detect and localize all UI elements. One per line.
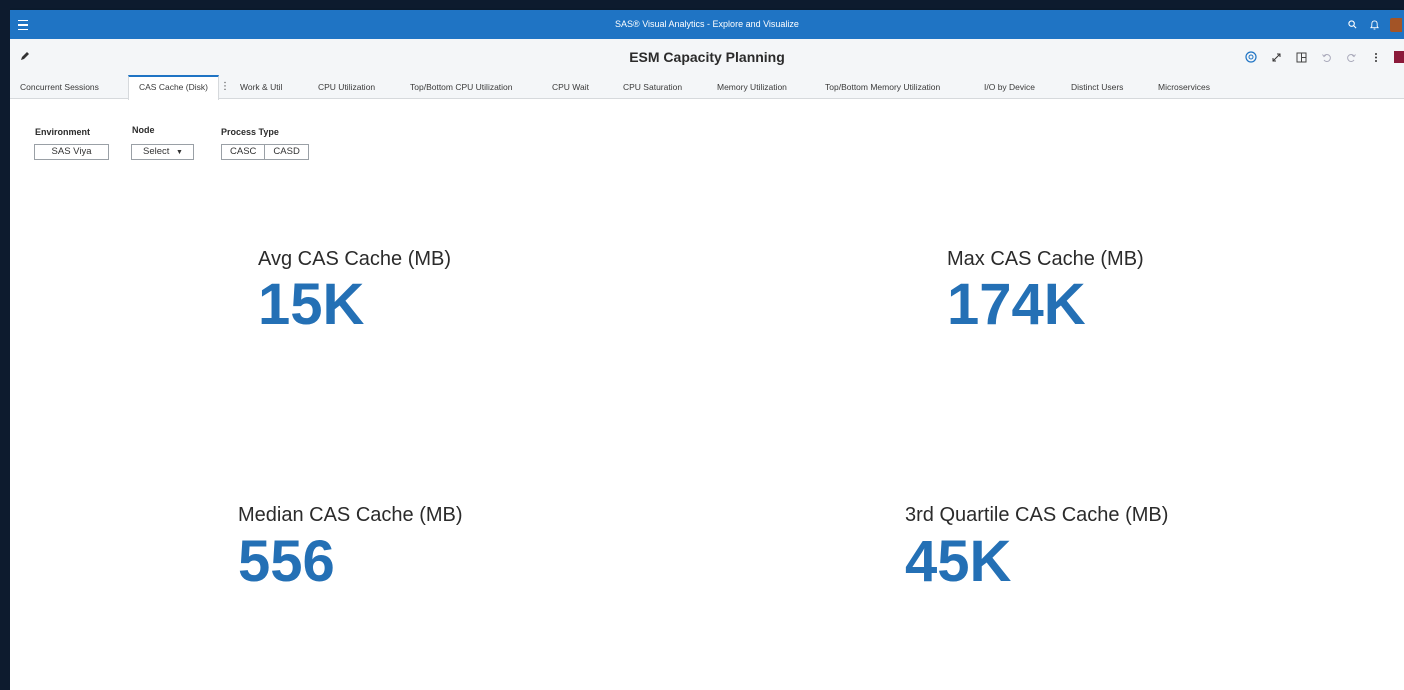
tab-concurrent-sessions[interactable]: Concurrent Sessions xyxy=(20,75,99,99)
title-bar: SAS® Visual Analytics - Explore and Visu… xyxy=(10,10,1404,39)
process-type-label: Process Type xyxy=(221,127,279,137)
process-type-casd[interactable]: CASD xyxy=(264,145,307,159)
tab-distinct-users[interactable]: Distinct Users xyxy=(1071,75,1123,99)
app-title: SAS® Visual Analytics - Explore and Visu… xyxy=(615,19,799,29)
tab-cpu-utilization[interactable]: CPU Utilization xyxy=(318,75,375,99)
tab-io-by-device[interactable]: I/O by Device xyxy=(984,75,1035,99)
process-type-button-bar: CASC CASD xyxy=(221,144,309,160)
kpi-max-value: 174K xyxy=(947,272,1086,337)
more-options-icon[interactable] xyxy=(1369,50,1383,64)
tab-top-bottom-cpu-utilization[interactable]: Top/Bottom CPU Utilization xyxy=(410,75,513,99)
report-toolbar xyxy=(1244,49,1404,65)
tab-top-bottom-memory-utilization[interactable]: Top/Bottom Memory Utilization xyxy=(825,75,940,99)
kpi-max-label: Max CAS Cache (MB) xyxy=(947,248,1144,270)
node-dropdown-value: Select xyxy=(143,146,170,157)
brand-badge xyxy=(1394,51,1404,63)
title-bar-actions xyxy=(1346,10,1404,39)
tab-cpu-wait[interactable]: CPU Wait xyxy=(552,75,589,99)
app-window: SAS® Visual Analytics - Explore and Visu… xyxy=(10,10,1404,690)
environment-label: Environment xyxy=(35,127,91,137)
node-dropdown[interactable]: Select ▼ xyxy=(131,144,194,160)
expand-icon[interactable] xyxy=(1269,50,1283,64)
search-icon[interactable] xyxy=(1346,19,1358,31)
help-icon[interactable] xyxy=(1244,50,1258,64)
tab-memory-utilization[interactable]: Memory Utilization xyxy=(717,75,787,99)
report-title: ESM Capacity Planning xyxy=(629,49,785,65)
report-header: ESM Capacity Planning xyxy=(10,39,1404,75)
environment-filter[interactable]: SAS Viya xyxy=(34,144,109,160)
kpi-avg-label: Avg CAS Cache (MB) xyxy=(258,248,452,270)
user-avatar[interactable] xyxy=(1390,17,1402,32)
notification-bell-icon[interactable] xyxy=(1368,19,1380,31)
tab-cpu-saturation[interactable]: CPU Saturation xyxy=(623,75,682,99)
kpi-3rd-quartile-value: 45K xyxy=(905,529,1012,594)
report-tabs: Concurrent Sessions CAS Cache (Disk) ⋮ W… xyxy=(10,75,1404,100)
redo-icon[interactable] xyxy=(1344,50,1358,64)
kpi-median-label: Median CAS Cache (MB) xyxy=(238,504,463,526)
kpi-3rd-quartile-label: 3rd Quartile CAS Cache (MB) xyxy=(905,504,1169,526)
kpi-median-value: 556 xyxy=(238,529,335,594)
tab-cas-cache-disk[interactable]: CAS Cache (Disk) xyxy=(128,75,219,100)
undo-icon[interactable] xyxy=(1319,50,1333,64)
tab-options-icon[interactable]: ⋮ xyxy=(220,75,230,99)
window-frame-left xyxy=(0,8,10,690)
tab-work-util[interactable]: Work & Util xyxy=(240,75,282,99)
process-type-casc[interactable]: CASC xyxy=(222,145,264,159)
tab-microservices[interactable]: Microservices xyxy=(1158,75,1210,99)
window-frame-top xyxy=(0,0,1404,8)
panel-icon[interactable] xyxy=(1294,50,1308,64)
node-label: Node xyxy=(132,125,155,135)
kpi-avg-value: 15K xyxy=(258,272,365,337)
chevron-down-icon: ▼ xyxy=(176,149,183,156)
